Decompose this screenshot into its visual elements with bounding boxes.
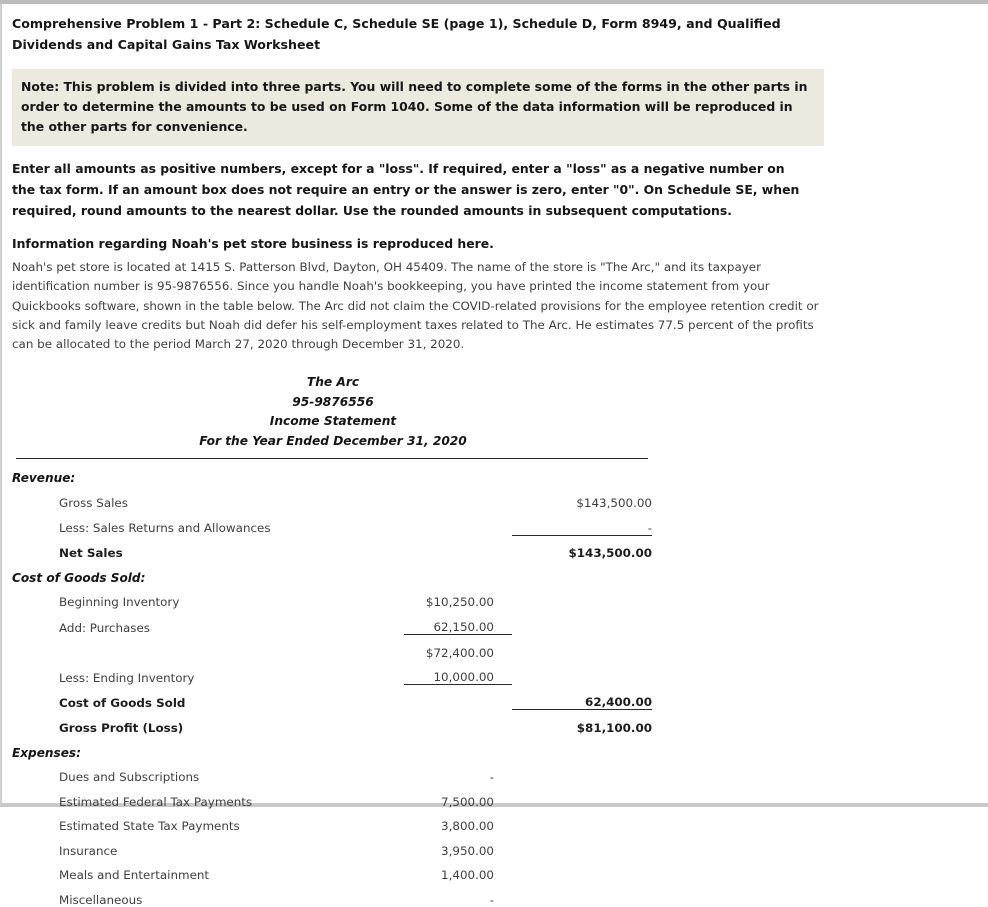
- row-amount-middle: [404, 560, 512, 585]
- row-amount-middle: 3,800.00: [441, 819, 494, 834]
- table-row: Less: Sales Returns and Allowances -: [12, 510, 652, 536]
- row-amount-right: [512, 784, 652, 809]
- row-amount-right: $81,100.00: [512, 709, 652, 735]
- statement-ein: 95-9876556: [292, 394, 374, 409]
- row-amount-right: [512, 858, 652, 883]
- row-label: Cost of Goods Sold:: [12, 570, 146, 585]
- row-amount-right: [512, 585, 652, 610]
- info-body-paragraph: Noah's pet store is located at 1415 S. P…: [12, 259, 819, 352]
- table-row: Beginning Inventory $10,250.00: [12, 585, 652, 610]
- row-label: Add: Purchases: [59, 620, 150, 635]
- row-amount-right: [512, 560, 652, 585]
- instructions-paragraph: Enter all amounts as positive numbers, e…: [12, 160, 800, 219]
- income-statement-body: Revenue: Gross Sales $143,500.00 Less: Sale…: [12, 461, 652, 907]
- row-amount-right: 62,400.00: [585, 695, 652, 710]
- table-row: Miscellaneous -: [12, 882, 652, 907]
- page-title: Comprehensive Problem 1 - Part 2: Schedu…: [12, 16, 781, 52]
- note-callout: Note: This problem is divided into three…: [12, 68, 824, 146]
- row-amount-middle: $72,400.00: [404, 634, 512, 660]
- row-amount-right: [512, 735, 652, 760]
- row-amount-middle: -: [489, 893, 494, 907]
- content-container: Comprehensive Problem 1 - Part 2: Schedu…: [2, 4, 988, 907]
- info-heading: Information regarding Noah's pet store b…: [12, 235, 494, 251]
- row-amount-right: [512, 760, 652, 785]
- row-label: Net Sales: [59, 546, 123, 561]
- row-amount-right: [512, 660, 652, 685]
- row-amount-middle: [404, 710, 512, 735]
- row-label: Expenses:: [12, 745, 81, 760]
- statement-company-name: The Arc: [306, 374, 360, 389]
- document-page: Comprehensive Problem 1 - Part 2: Schedu…: [0, 4, 988, 907]
- row-amount-right: [512, 809, 652, 834]
- row-label: Cost of Goods Sold: [59, 695, 186, 710]
- row-amount-middle: [404, 535, 512, 560]
- row-amount-middle: [404, 510, 512, 535]
- table-row: Net Sales $143,500.00: [12, 534, 652, 561]
- row-label: Dues and Subscriptions: [59, 770, 200, 785]
- row-amount-middle: [404, 461, 512, 486]
- table-row: Dues and Subscriptions -: [12, 760, 652, 785]
- row-amount-middle: 10,000.00: [433, 670, 494, 685]
- row-amount-right: $143,500.00: [512, 534, 652, 561]
- row-label: Insurance: [59, 843, 118, 858]
- row-amount-right: $143,500.00: [576, 496, 652, 511]
- row-amount-middle: 3,950.00: [441, 843, 494, 858]
- row-amount-right: [512, 635, 652, 660]
- table-row: Estimated State Tax Payments 3,800.00: [12, 809, 652, 834]
- row-label: Estimated Federal Tax Payments: [59, 794, 253, 809]
- row-amount-right: [512, 461, 652, 486]
- row-amount-middle: 1,400.00: [441, 868, 494, 883]
- table-row: Meals and Entertainment 1,400.00: [12, 858, 652, 883]
- row-amount-middle: [404, 735, 512, 760]
- table-row: Less: Ending Inventory 10,000.00: [12, 660, 652, 685]
- row-label: [12, 635, 404, 660]
- row-label: Less: Ending Inventory: [59, 670, 195, 685]
- row-label: Beginning Inventory: [59, 595, 180, 610]
- row-amount-middle: -: [489, 770, 494, 785]
- table-row: Cost of Goods Sold 62,400.00: [12, 684, 652, 710]
- row-label: Estimated State Tax Payments: [59, 819, 240, 834]
- table-row: Expenses:: [12, 735, 652, 760]
- row-amount-middle: [404, 684, 512, 710]
- row-amount-right: -: [647, 520, 652, 535]
- statement-report-name: Income Statement: [269, 414, 397, 429]
- row-amount-right: [512, 609, 652, 634]
- row-label: Gross Sales: [59, 496, 128, 511]
- table-row: $72,400.00: [12, 634, 652, 660]
- row-label: Revenue:: [12, 471, 76, 486]
- row-amount-middle: $10,250.00: [425, 595, 494, 610]
- statement-period: For the Year Ended December 31, 2020: [199, 434, 467, 449]
- row-amount-middle: 62,150.00: [433, 620, 494, 635]
- table-row: Gross Profit (Loss) $81,100.00: [12, 709, 652, 735]
- income-statement: The Arc 95-9876556 Income Statement For …: [12, 373, 652, 907]
- row-amount-middle: 7,500.00: [441, 794, 494, 809]
- row-label: Miscellaneous: [59, 893, 143, 907]
- table-row: Estimated Federal Tax Payments 7,500.00: [12, 784, 652, 809]
- income-statement-table: Revenue: Gross Sales $143,500.00 Less: Sale…: [12, 461, 652, 907]
- table-row: Gross Sales $143,500.00: [12, 485, 652, 510]
- row-label: Less: Sales Returns and Allowances: [59, 521, 271, 536]
- table-row: Insurance 3,950.00: [12, 833, 652, 858]
- row-amount-right: [512, 833, 652, 858]
- row-amount-right: [512, 882, 652, 907]
- table-row: Add: Purchases 62,150.00: [12, 609, 652, 635]
- row-label: Gross Profit (Loss): [59, 720, 184, 735]
- row-amount-middle: [404, 485, 512, 510]
- row-label: Meals and Entertainment: [59, 868, 210, 883]
- table-row: Revenue:: [12, 461, 652, 486]
- table-row: Cost of Goods Sold:: [12, 560, 652, 585]
- statement-top-rule: [16, 457, 648, 459]
